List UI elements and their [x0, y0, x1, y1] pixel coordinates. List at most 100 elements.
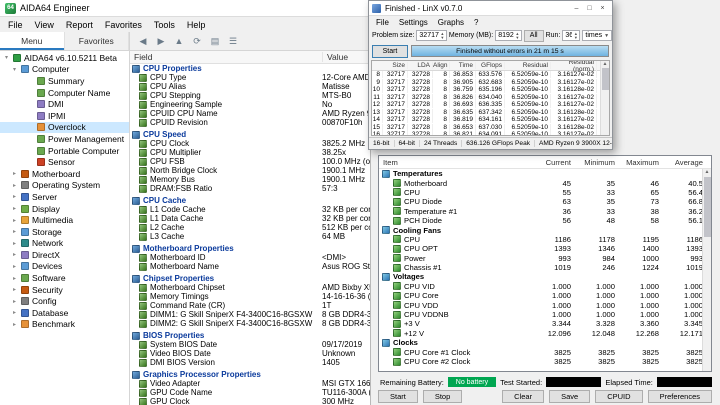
sensor-col-minimum[interactable]: Minimum — [579, 158, 623, 167]
field-column-header[interactable]: Field — [130, 52, 323, 62]
col-align[interactable]: Align — [433, 62, 450, 69]
tree-item-computer[interactable]: ▾ Computer — [0, 64, 129, 76]
tree-item-sensor[interactable]: Sensor — [0, 156, 129, 168]
tree-item-software[interactable]: ▸ Software — [0, 272, 129, 284]
stop-button[interactable]: Stop — [422, 390, 463, 403]
memory-input[interactable]: 8192 ▲ ▼ — [495, 30, 522, 41]
tree-item-devices[interactable]: ▸ Devices — [0, 261, 129, 273]
cpuid-button[interactable]: CPUID — [595, 390, 643, 403]
spinner-arrows-icon[interactable]: ▲ ▼ — [439, 31, 446, 40]
sensor-group-clocks[interactable]: Clocks — [379, 338, 711, 347]
scroll-thumb[interactable] — [601, 68, 609, 90]
linx-result-row[interactable]: 13 32717 32728 8 36.635 637.342 6.52059e-10 3.1… — [372, 108, 609, 117]
sensor-row-cpu[interactable]: CPU 1186 1178 1195 1186 — [379, 235, 711, 244]
linx-menu-graphs[interactable]: Graphs — [433, 18, 469, 27]
forward-icon[interactable]: ▶ — [153, 34, 169, 49]
times-dropdown[interactable]: times ▼ — [582, 30, 613, 41]
col-gflops[interactable]: GFlops — [476, 62, 505, 69]
tree-item-server[interactable]: ▸ Server — [0, 191, 129, 203]
linx-result-row[interactable]: 16 32717 32728 8 36.821 634.091 6.52059e-10 3.1… — [372, 131, 609, 135]
linx-menu-item[interactable]: ? — [469, 18, 483, 27]
tree-item-multimedia[interactable]: ▸ Multimedia — [0, 214, 129, 226]
aida-menu-tools[interactable]: Tools — [148, 19, 181, 31]
col-lda[interactable]: LDA — [408, 62, 433, 69]
tree-item-dmi[interactable]: DMI — [0, 98, 129, 110]
sensor-group-voltages[interactable]: Voltages — [379, 272, 711, 281]
problem-size-input[interactable]: 32717 ▲ ▼ — [416, 30, 447, 41]
aida-menu-file[interactable]: File — [2, 19, 29, 31]
linx-scrollbar[interactable]: ▲ — [600, 61, 609, 135]
sensor-row-cpu[interactable]: CPU 55 33 65 56.4 — [379, 188, 711, 197]
tree-item-ipmi[interactable]: IPMI — [0, 110, 129, 122]
col-size[interactable]: Size — [383, 62, 408, 69]
linx-menu-file[interactable]: File — [371, 18, 394, 27]
tree-item-storage[interactable]: ▸ Storage — [0, 226, 129, 238]
sensor-col-average[interactable]: Average — [667, 158, 711, 167]
run-input[interactable]: 36 ▲ ▼ — [562, 30, 581, 41]
sensor-row-cpu-core-2-clock[interactable]: CPU Core #2 Clock 3825 3825 3825 3825 — [379, 357, 711, 366]
tree-item-computer-name[interactable]: Computer Name — [0, 87, 129, 99]
sensor-row-power[interactable]: Power 993 984 1000 993 — [379, 254, 711, 263]
sensor-col-current[interactable]: Current — [535, 158, 579, 167]
spinner-arrows-icon[interactable]: ▲ ▼ — [514, 31, 521, 40]
tree-root[interactable]: ▾ AIDA64 v6.10.5211 Beta — [0, 52, 129, 64]
tree-item-summary[interactable]: Summary — [0, 75, 129, 87]
report-icon[interactable]: ▤ — [207, 34, 223, 49]
options-icon[interactable]: ☰ — [225, 34, 241, 49]
sensor-row-cpu-vdd[interactable]: CPU VDD 1.000 1.000 1.000 1.000 — [379, 300, 711, 310]
preferences-button[interactable]: Preferences — [647, 390, 712, 403]
sensor-row-cpu-core-1-clock[interactable]: CPU Core #1 Clock 3825 3825 3825 3825 — [379, 347, 711, 357]
tree-item-directx[interactable]: ▸ DirectX — [0, 249, 129, 261]
sensor-row-cpu-vddnb[interactable]: CPU VDDNB 1.000 1.000 1.000 1.000 — [379, 310, 711, 319]
tree-item-portable-computer[interactable]: Portable Computer — [0, 145, 129, 157]
all-button[interactable]: All — [523, 29, 544, 42]
col-residual[interactable]: Residual — [505, 62, 551, 69]
aida-menu-report[interactable]: Report — [60, 19, 99, 31]
sidebar-tab-favorites[interactable]: Favorites — [65, 32, 129, 50]
tree-item-security[interactable]: ▸ Security — [0, 284, 129, 296]
sidebar-tab-menu[interactable]: Menu — [0, 32, 65, 50]
sensor-row-12-v[interactable]: +12 V 12.096 12.048 12.268 12.171 — [379, 329, 711, 338]
linx-start-button[interactable]: Start — [372, 44, 408, 58]
linx-menu-settings[interactable]: Settings — [394, 18, 433, 27]
tree-item-database[interactable]: ▸ Database — [0, 307, 129, 319]
maximize-icon[interactable]: □ — [583, 2, 596, 15]
sensor-row-cpu-diode[interactable]: CPU Diode 63 35 73 66.8 — [379, 197, 711, 206]
aida-menu-help[interactable]: Help — [181, 19, 212, 31]
scroll-up-icon[interactable]: ▲ — [603, 61, 608, 67]
aida-menu-view[interactable]: View — [29, 19, 60, 31]
up-icon[interactable]: ▲ — [171, 34, 187, 49]
linx-result-row[interactable]: 15 32717 32728 8 36.653 637.030 6.52059e-10 3.1… — [372, 123, 609, 132]
sensor-row-pch-diode[interactable]: PCH Diode 56 48 58 56.1 — [379, 216, 711, 225]
clear-button[interactable]: Clear — [502, 390, 545, 403]
sensor-row-cpu-core[interactable]: CPU Core 1.000 1.000 1.000 1.000 — [379, 291, 711, 300]
tree-item-motherboard[interactable]: ▸ Motherboard — [0, 168, 129, 180]
tree-item-power-management[interactable]: Power Management — [0, 133, 129, 145]
linx-result-row[interactable]: 12 32717 32728 8 36.693 636.335 6.52059e-10 3.1… — [372, 101, 609, 109]
tree-item-network[interactable]: ▸ Network — [0, 238, 129, 250]
sensor-row-motherboard[interactable]: Motherboard 45 35 46 40.5 — [379, 178, 711, 188]
start-button[interactable]: Start — [378, 390, 418, 403]
sensor-col-maximum[interactable]: Maximum — [623, 158, 667, 167]
linx-result-row[interactable]: 9 32717 32728 8 36.905 632.683 6.52059e-10 3.16… — [372, 78, 609, 87]
linx-result-row[interactable]: 8 32717 32728 8 36.853 633.576 6.52059e-10 3.16… — [372, 71, 609, 79]
minimize-icon[interactable]: – — [570, 2, 583, 15]
sensor-row-3-v[interactable]: +3 V 3.344 3.328 3.360 3.345 — [379, 319, 711, 328]
sensor-row-temperature-1[interactable]: Temperature #1 36 33 38 36.2 — [379, 207, 711, 216]
col-time[interactable]: Time — [450, 62, 476, 69]
tree-item-operating-system[interactable]: ▸ Operating System — [0, 180, 129, 192]
scroll-up-icon[interactable]: ▲ — [705, 169, 710, 175]
sensor-col-item[interactable]: Item — [379, 158, 535, 167]
linx-result-row[interactable]: 14 32717 32728 8 36.819 634.161 6.52059e-10 3.1… — [372, 116, 609, 124]
tree-item-benchmark[interactable]: ▸ Benchmark — [0, 319, 129, 331]
sensor-scrollbar[interactable]: ▲ — [702, 169, 711, 371]
linx-result-row[interactable]: 11 32717 32728 8 36.826 634.040 6.52059e-10 3.1… — [372, 93, 609, 102]
close-icon[interactable]: × — [596, 2, 609, 15]
sensor-row-chassis-1[interactable]: Chassis #1 1019 246 1224 1019 — [379, 263, 711, 272]
scroll-thumb[interactable] — [703, 177, 711, 237]
aida-menu-favorites[interactable]: Favorites — [99, 19, 148, 31]
refresh-icon[interactable]: ⟳ — [189, 34, 205, 49]
save-button[interactable]: Save — [549, 390, 591, 403]
sensor-group-cooling-fans[interactable]: Cooling Fans — [379, 225, 711, 235]
spinner-arrows-icon[interactable]: ▲ ▼ — [572, 31, 579, 40]
